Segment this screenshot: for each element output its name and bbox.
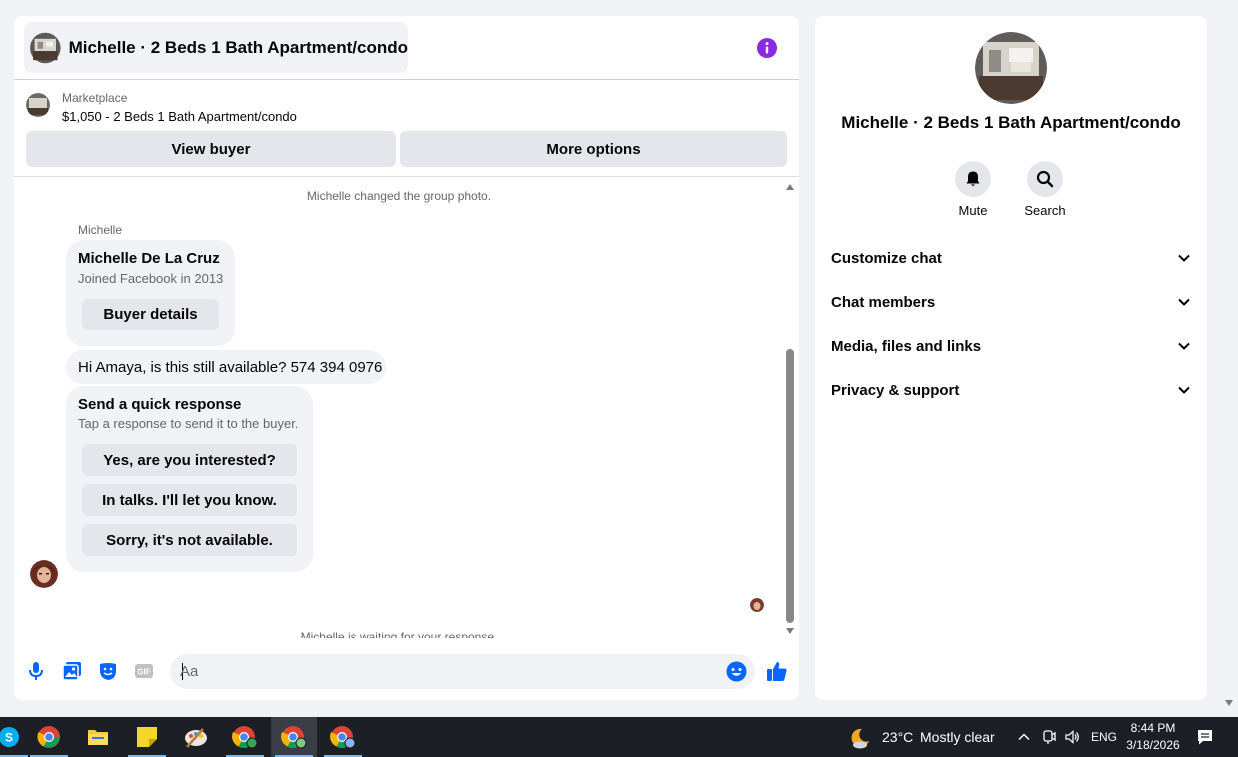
message-composer: GIF — [14, 646, 799, 696]
quick-response-option[interactable]: In talks. I'll let you know. — [82, 484, 297, 516]
chevron-down-icon — [1178, 342, 1190, 350]
seen-receipt-avatar — [750, 598, 764, 612]
notification-center-icon[interactable] — [1196, 728, 1214, 746]
like-icon[interactable] — [766, 660, 788, 682]
listing-thumbnail — [30, 32, 61, 63]
section-label: Privacy & support — [831, 381, 960, 399]
photo-icon[interactable] — [62, 661, 82, 681]
gif-icon-label: GIF — [137, 668, 150, 677]
section-chat-members[interactable]: Chat members — [831, 287, 1191, 317]
section-customize-chat[interactable]: Customize chat — [831, 243, 1191, 273]
mute-button[interactable] — [955, 161, 991, 197]
weather-condition[interactable]: Mostly clear — [920, 729, 995, 745]
buyer-avatar[interactable] — [30, 560, 58, 588]
section-privacy-support[interactable]: Privacy & support — [831, 375, 1191, 405]
taskbar-sticky-notes[interactable] — [124, 717, 170, 757]
gif-icon[interactable]: GIF — [134, 661, 154, 681]
sticker-icon[interactable] — [98, 661, 118, 681]
chat-header: Michelle · 2 Beds 1 Bath Apartment/condo — [14, 16, 799, 80]
mute-label: Mute — [958, 203, 988, 218]
clock-time[interactable]: 8:44 PM — [1118, 721, 1188, 735]
chrome-profile-icon — [281, 726, 307, 749]
search-action[interactable]: Search — [1015, 161, 1075, 218]
message-scrollbar[interactable] — [783, 184, 797, 636]
chevron-up-icon[interactable] — [1016, 729, 1032, 745]
message-list: Michelle changed the group photo. Michel… — [14, 178, 799, 638]
scroll-down-arrow-icon[interactable] — [786, 628, 794, 634]
volume-icon[interactable] — [1064, 729, 1080, 745]
buyer-details-button[interactable]: Buyer details — [82, 299, 219, 330]
bell-icon — [966, 171, 980, 186]
search-button[interactable] — [1027, 161, 1063, 197]
search-label: Search — [1024, 203, 1066, 218]
meet-now-icon[interactable] — [1041, 729, 1057, 745]
message-input[interactable] — [180, 654, 710, 689]
marketplace-listing-row: Marketplace $1,050 - 2 Beds 1 Bath Apart… — [14, 80, 799, 177]
chevron-down-icon — [1178, 254, 1190, 262]
info-icon[interactable] — [757, 38, 777, 58]
svg-text:S: S — [5, 731, 13, 745]
quick-response-option[interactable]: Yes, are you interested? — [82, 444, 297, 476]
quick-response-option[interactable]: Sorry, it's not available. — [82, 524, 297, 556]
mute-action[interactable]: Mute — [943, 161, 1003, 218]
view-buyer-button[interactable]: View buyer — [26, 131, 396, 167]
chrome-profile-icon — [330, 726, 356, 749]
buyer-joined-text: Joined Facebook in 2013 — [78, 271, 224, 286]
section-media-files-links[interactable]: Media, files and links — [831, 331, 1191, 361]
quick-response-card: Send a quick response Tap a response to … — [66, 386, 313, 572]
skype-icon: S — [0, 727, 19, 747]
search-icon — [1036, 170, 1054, 188]
details-title: Michelle · 2 Beds 1 Bath Apartment/condo — [841, 113, 1181, 132]
section-label: Customize chat — [831, 249, 942, 267]
section-label: Media, files and links — [831, 337, 982, 355]
windows-taskbar: S 23°C Mostly clear ENG 8:44 PM 3/18/202… — [0, 717, 1238, 757]
listing-price-title[interactable]: $1,050 - 2 Beds 1 Bath Apartment/condo — [62, 109, 297, 124]
taskbar-chrome[interactable] — [26, 717, 72, 757]
buyer-message[interactable]: Hi Amaya, is this still available? 574 3… — [66, 350, 386, 384]
paint-icon — [185, 728, 207, 748]
input-language[interactable]: ENG — [1091, 730, 1117, 744]
taskbar-paint[interactable] — [173, 717, 219, 757]
scrollbar-thumb[interactable] — [786, 349, 794, 623]
system-note-group-photo: Michelle changed the group photo. — [306, 189, 492, 203]
chevron-down-icon — [1178, 386, 1190, 394]
chrome-icon — [37, 726, 60, 748]
group-photo[interactable] — [975, 32, 1047, 104]
taskbar-file-explorer[interactable] — [75, 717, 121, 757]
buyer-name: Michelle De La Cruz — [78, 250, 220, 267]
conversation-details-panel: Michelle · 2 Beds 1 Bath Apartment/condo… — [815, 16, 1207, 700]
quick-response-subtitle: Tap a response to send it to the buyer. — [78, 416, 299, 431]
section-label: Chat members — [831, 293, 936, 311]
scroll-up-arrow-icon[interactable] — [786, 184, 794, 190]
sender-name-label: Michelle — [78, 223, 123, 237]
taskbar-chrome-profile-2[interactable] — [271, 717, 317, 757]
weather-temperature[interactable]: 23°C — [882, 729, 913, 745]
listing-source-label: Marketplace — [62, 91, 128, 105]
conversation-title-button[interactable]: Michelle · 2 Beds 1 Bath Apartment/condo — [24, 22, 408, 73]
sticky-notes-icon — [137, 727, 157, 747]
page-scroll-down-arrow-icon[interactable] — [1225, 700, 1233, 706]
conversation-title: Michelle · 2 Beds 1 Bath Apartment/condo — [68, 37, 408, 57]
taskbar-chrome-profile-3[interactable] — [320, 717, 366, 757]
listing-small-thumbnail[interactable] — [26, 93, 50, 117]
taskbar-chrome-profile-1[interactable] — [222, 717, 268, 757]
message-input-container[interactable] — [170, 654, 755, 689]
chrome-profile-icon — [232, 726, 258, 749]
more-options-button[interactable]: More options — [400, 131, 787, 167]
moon-weather-icon[interactable] — [848, 726, 872, 750]
chevron-down-icon — [1178, 298, 1190, 306]
clock-date[interactable]: 3/18/2026 — [1118, 738, 1188, 752]
quick-response-title: Send a quick response — [78, 396, 242, 413]
buyer-profile-card: Michelle De La Cruz Joined Facebook in 2… — [66, 240, 235, 346]
file-explorer-icon — [88, 730, 108, 745]
emoji-icon[interactable] — [726, 661, 747, 682]
chat-panel: Michelle · 2 Beds 1 Bath Apartment/condo… — [14, 16, 799, 700]
microphone-icon[interactable] — [26, 661, 46, 681]
waiting-response-note: Michelle is waiting for your response. — [300, 630, 498, 638]
